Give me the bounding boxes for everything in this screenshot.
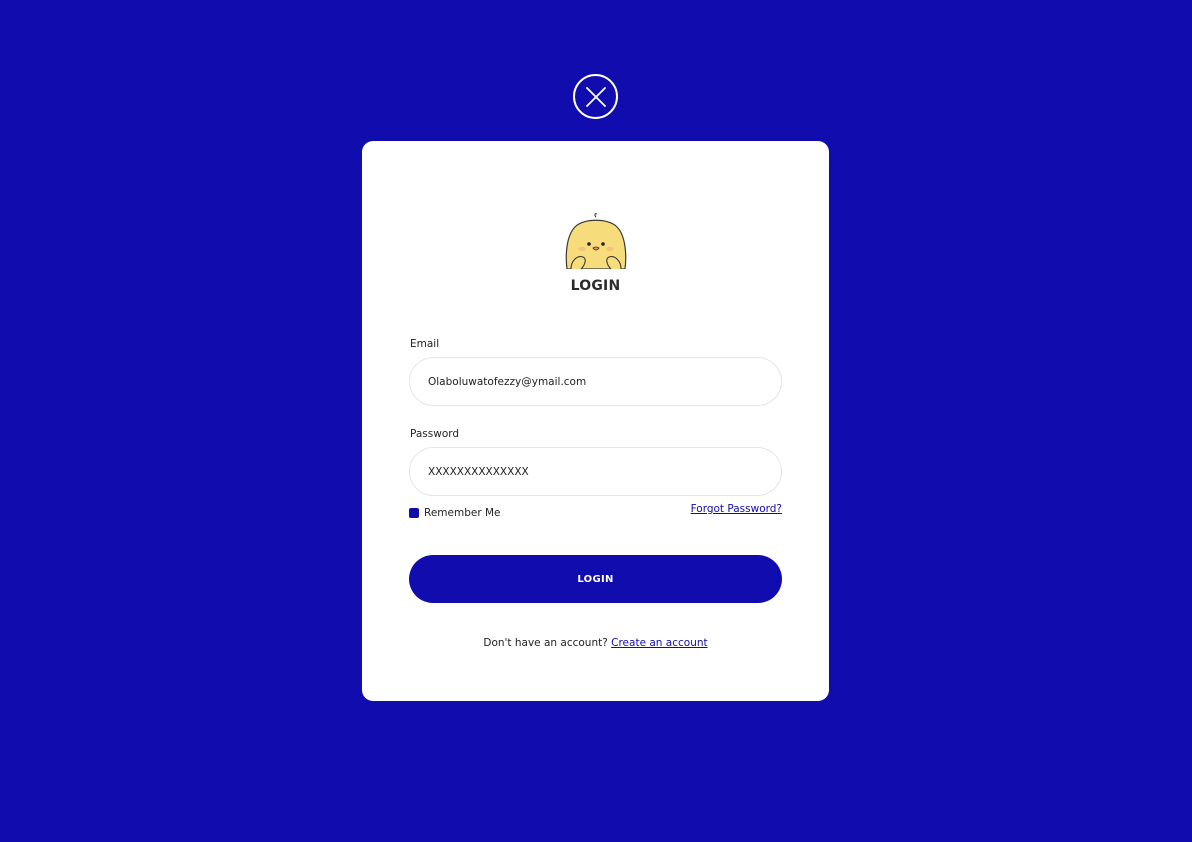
login-button[interactable]: LOGIN <box>409 555 782 603</box>
close-button[interactable] <box>573 74 618 119</box>
password-value: XXXXXXXXXXXXXX <box>428 465 529 478</box>
password-field[interactable]: XXXXXXXXXXXXXX <box>409 447 782 496</box>
email-value: Olaboluwatofezzy@ymail.com <box>428 375 587 388</box>
close-icon <box>585 86 606 107</box>
checkbox-icon[interactable] <box>409 508 419 518</box>
page-title: LOGIN <box>570 278 621 294</box>
forgot-password-link[interactable]: Forgot Password? <box>691 503 782 515</box>
login-page: LOGIN Email Olaboluwatofezzy@ymail.com P… <box>0 0 1192 842</box>
chick-mascot-icon <box>565 213 627 269</box>
remember-me-checkbox[interactable]: Remember Me <box>409 507 501 519</box>
create-account-link[interactable]: Create an account <box>611 637 707 649</box>
signup-prompt-text: Don't have an account? <box>483 637 608 649</box>
password-label: Password <box>410 428 460 440</box>
email-field[interactable]: Olaboluwatofezzy@ymail.com <box>409 357 782 406</box>
email-label: Email <box>410 338 440 350</box>
signup-prompt: Don't have an account? Create an account <box>362 637 829 649</box>
remember-me-label: Remember Me <box>424 507 501 519</box>
login-card: LOGIN Email Olaboluwatofezzy@ymail.com P… <box>362 141 829 701</box>
